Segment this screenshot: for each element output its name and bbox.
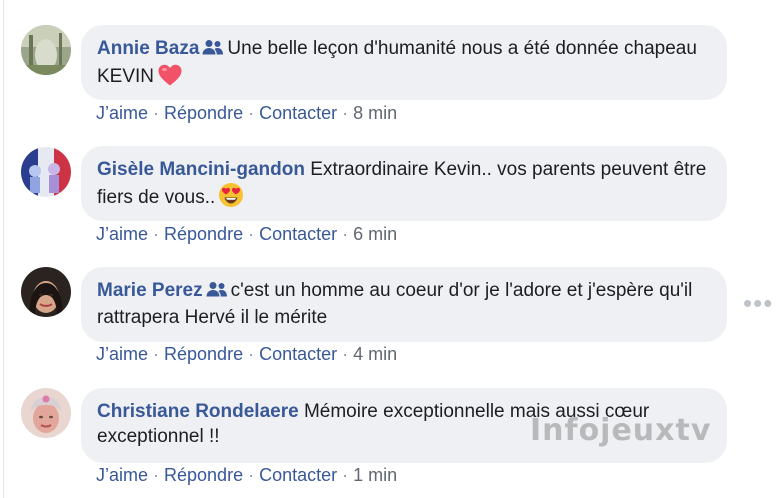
comment-bubble: Gisèle Mancini-gandon Extraordinaire Kev…	[81, 146, 727, 221]
separator: ·	[342, 103, 349, 123]
comment-timestamp[interactable]: 8 min	[353, 103, 397, 123]
comment-actions: J’aime · Répondre · Contacter · 1 min	[96, 465, 397, 486]
like-link[interactable]: J’aime	[96, 344, 148, 364]
comment-author[interactable]: Gisèle Mancini-gandon	[97, 159, 305, 180]
separator: ·	[342, 224, 349, 244]
reply-link[interactable]: Répondre	[164, 224, 243, 244]
comment-actions: J’aime · Répondre · Contacter · 4 min	[96, 344, 397, 365]
comment-actions: J’aime · Répondre · Contacter · 6 min	[96, 224, 397, 245]
reply-link[interactable]: Répondre	[164, 465, 243, 485]
avatar[interactable]	[21, 147, 71, 197]
separator: ·	[342, 465, 349, 485]
comment-timestamp[interactable]: 6 min	[353, 224, 397, 244]
contact-link[interactable]: Contacter	[259, 224, 337, 244]
comment-timestamp[interactable]: 1 min	[353, 465, 397, 485]
avatar[interactable]	[21, 25, 71, 75]
avatar[interactable]	[21, 267, 71, 317]
separator: ·	[248, 103, 255, 123]
comment-timestamp[interactable]: 4 min	[353, 344, 397, 364]
comment-author[interactable]: Annie Baza	[97, 38, 199, 59]
more-options-icon[interactable]: •••	[743, 290, 773, 316]
reply-link[interactable]: Répondre	[164, 103, 243, 123]
like-link[interactable]: J’aime	[96, 103, 148, 123]
separator: ·	[153, 344, 160, 364]
group-members-icon	[202, 38, 224, 63]
contact-link[interactable]: Contacter	[259, 103, 337, 123]
reply-link[interactable]: Répondre	[164, 344, 243, 364]
contact-link[interactable]: Contacter	[259, 344, 337, 364]
separator: ·	[248, 344, 255, 364]
contact-link[interactable]: Contacter	[259, 465, 337, 485]
comment-author[interactable]: Christiane Rondelaere	[97, 401, 299, 422]
comment-bubble: Marie Perez c'est un homme au coeur d'or…	[81, 267, 727, 342]
group-members-icon	[206, 280, 228, 305]
heart-emoji-icon	[157, 63, 183, 94]
heart-eyes-emoji-icon	[218, 182, 244, 215]
separator: ·	[248, 224, 255, 244]
separator: ·	[248, 465, 255, 485]
comment-author[interactable]: Marie Perez	[97, 280, 203, 301]
watermark: Infojeuxtv	[530, 413, 712, 448]
separator: ·	[342, 344, 349, 364]
comment-bubble: Annie Baza Une belle leçon d'humanité no…	[81, 25, 727, 100]
like-link[interactable]: J’aime	[96, 224, 148, 244]
separator: ·	[153, 224, 160, 244]
avatar[interactable]	[21, 388, 71, 438]
like-link[interactable]: J’aime	[96, 465, 148, 485]
separator: ·	[153, 103, 160, 123]
comment-actions: J’aime · Répondre · Contacter · 8 min	[96, 103, 397, 124]
thread-rule	[3, 0, 4, 498]
separator: ·	[153, 465, 160, 485]
